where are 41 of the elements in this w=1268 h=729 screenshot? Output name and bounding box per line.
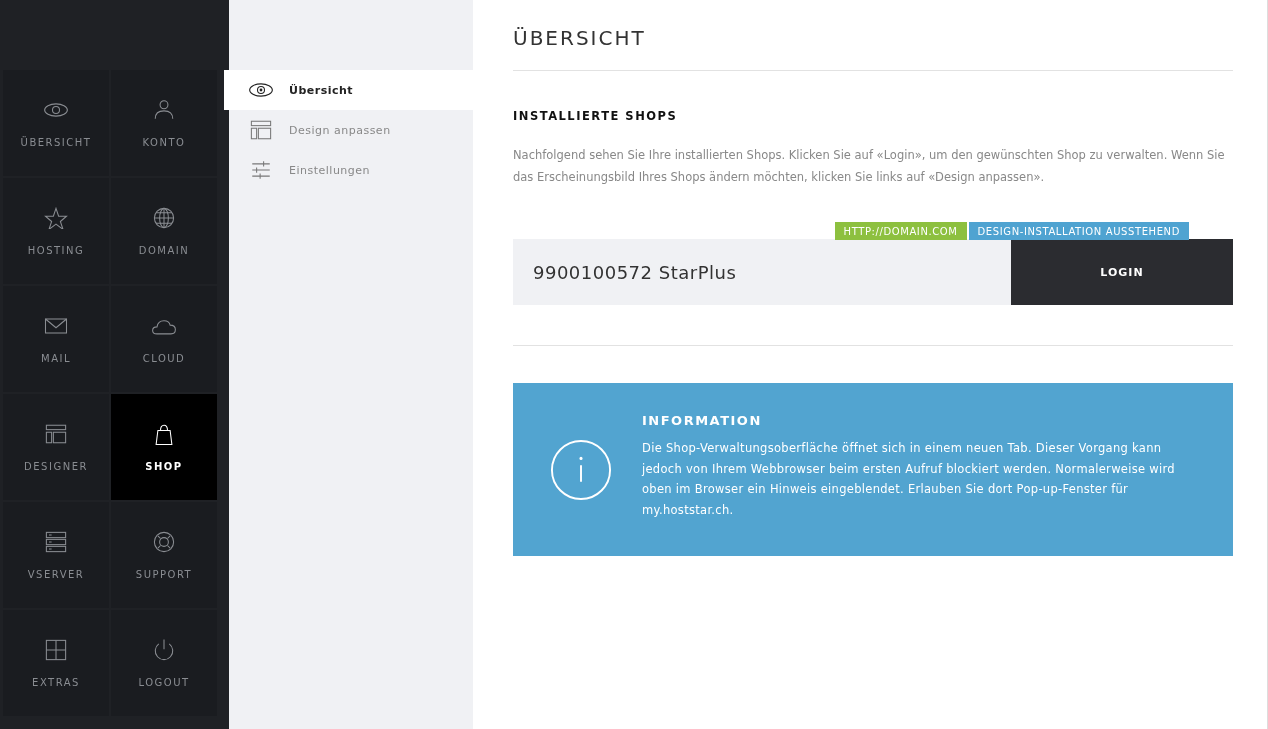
page-title: ÜBERSICHT [513,26,647,50]
menu-label: Einstellungen [289,163,371,177]
nav-label: DOMAIN [138,244,190,256]
nav-tile[interactable]: EXTRAS [3,610,109,716]
nav-label: DESIGNER [24,460,88,472]
menu-item[interactable]: Einstellungen [224,150,473,190]
nav-tile[interactable]: ÜBERSICHT [3,70,109,176]
star-icon [42,206,70,229]
menu-item[interactable]: Übersicht [224,70,473,110]
nav-tile[interactable]: DESIGNER [3,394,109,500]
nav-tile[interactable]: KONTO [111,70,217,176]
tag: DESIGN-INSTALLATION AUSSTEHEND [968,222,1189,240]
nav-label: ÜBERSICHT [20,136,92,148]
description-text: Nachfolgend sehen Sie Ihre installierten Shops. Klicken Sie auf «Login», um den gewünschten Shop zu verwalten. Wenn Sie das Erscheinungsbild Ihres Shops ändern möchten, klicken Sie links auf «Design anpassen». [513,147,1226,186]
nav-tile[interactable]: MAIL [3,286,109,392]
nav-label: MAIL [41,352,71,364]
nav-label: LOGOUT [138,676,190,688]
nav-tile[interactable]: LOGOUT [111,610,217,716]
menu-item[interactable]: Design anpassen [224,110,473,150]
info-text: Die Shop-Verwaltungsoberfläche öffnet sich in einem neuen Tab. Dieser Vorgang kann jedoch von Ihrem Webbrowser beim ersten Aufruf blockiert werden. Normalerweise wird oben im Browser ein Hinweis eingeblendet. Erlauben Sie dort Pop-up-Fenster für my.hoststar.ch. [642,440,1176,519]
nav-tile[interactable]: VSERVER [3,502,109,608]
nav-tile[interactable]: SUPPORT [111,502,217,608]
shop-name: 9900100572 StarPlus [532,260,738,285]
nav-label: EXTRAS [32,676,80,688]
nav-tile[interactable]: DOMAIN [111,178,217,284]
nav-tile[interactable]: CLOUD [111,286,217,392]
nav-label: SHOP [145,460,183,472]
nav-label: HOSTING [27,244,85,256]
menu-label: Übersicht [289,83,354,97]
tag: HTTP://DOMAIN.COM [834,222,967,240]
info-title: INFORMATION [642,413,763,428]
nav-label: KONTO [142,136,186,148]
section-title: INSTALLIERTE SHOPS [513,109,679,123]
nav-tile[interactable]: SHOP [111,394,217,500]
login-button[interactable]: LOGIN [1011,239,1233,305]
nav-label: CLOUD [142,352,186,364]
nav-label: VSERVER [27,568,85,580]
nav-label: SUPPORT [135,568,193,580]
info-icon [550,438,612,501]
nav-tile[interactable]: HOSTING [3,178,109,284]
menu-label: Design anpassen [289,123,391,137]
